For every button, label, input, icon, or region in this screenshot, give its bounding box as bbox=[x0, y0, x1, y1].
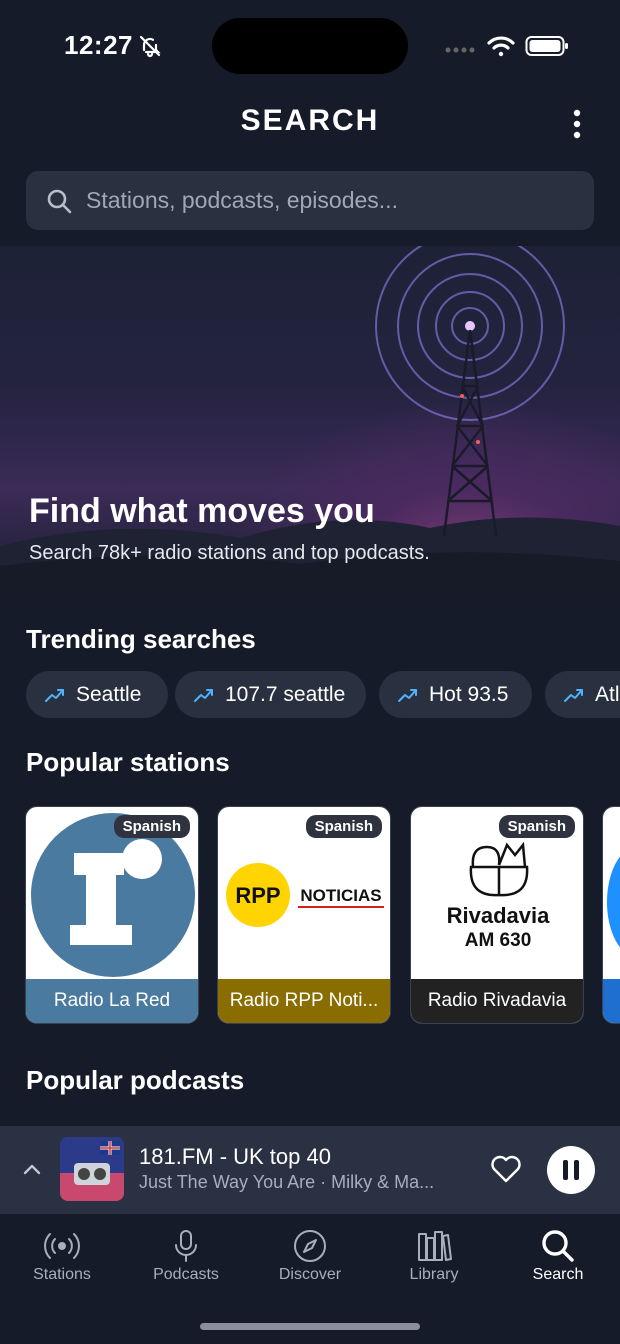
search-icon bbox=[542, 1230, 574, 1262]
station-card[interactable]: Rivadavia AM 630 Spanish Radio Rivadavia bbox=[410, 806, 584, 1024]
tab-podcasts[interactable]: Podcasts bbox=[124, 1214, 248, 1294]
station-logo bbox=[607, 847, 620, 957]
pause-icon bbox=[563, 1160, 579, 1180]
tab-library[interactable]: Library bbox=[372, 1214, 496, 1294]
trending-up-icon bbox=[194, 688, 213, 702]
rpp-logo-text: RPP bbox=[235, 883, 280, 908]
silent-bell-icon bbox=[139, 35, 161, 58]
search-icon bbox=[47, 189, 72, 214]
hero-title: Find what moves you bbox=[29, 492, 375, 530]
trending-up-icon bbox=[398, 688, 417, 702]
trending-chip-label: Hot 93.5 bbox=[429, 682, 509, 706]
trending-chip[interactable]: Hot 93.5 bbox=[379, 671, 532, 718]
tab-search[interactable]: Search bbox=[496, 1214, 620, 1294]
language-badge: Spanish bbox=[498, 815, 575, 838]
popular-podcasts-title: Popular podcasts bbox=[26, 1065, 245, 1095]
rivadavia-freq-text: AM 630 bbox=[465, 930, 532, 951]
radio-waves-icon bbox=[44, 1233, 80, 1259]
rpp-noticias-text: NOTICIAS bbox=[300, 886, 381, 905]
hero-banner: Find what moves you Search 78k+ radio st… bbox=[0, 246, 620, 595]
station-name: Radio La Red bbox=[26, 979, 198, 1023]
library-icon bbox=[418, 1231, 452, 1261]
trending-up-icon bbox=[564, 688, 583, 702]
tab-label: Podcasts bbox=[153, 1266, 219, 1283]
station-card-partial[interactable] bbox=[602, 806, 620, 1024]
now-playing-artwork bbox=[60, 1137, 124, 1201]
station-card[interactable]: RPP NOTICIAS Spanish Radio RPP Noti... bbox=[217, 806, 391, 1024]
search-placeholder: Stations, podcasts, episodes... bbox=[86, 187, 398, 213]
tab-label: Search bbox=[532, 1266, 584, 1283]
search-input[interactable]: Stations, podcasts, episodes... bbox=[26, 171, 594, 230]
station-name-partial bbox=[603, 979, 620, 1023]
trending-chip[interactable]: 107.7 seattle bbox=[175, 671, 366, 718]
station-name: Radio RPP Noti... bbox=[218, 979, 390, 1023]
more-options-icon[interactable] bbox=[563, 108, 591, 140]
chevron-up-icon[interactable] bbox=[21, 1158, 43, 1180]
trending-chip[interactable]: Atl bbox=[545, 671, 620, 718]
microphone-icon bbox=[175, 1230, 197, 1262]
heart-icon[interactable] bbox=[489, 1152, 523, 1186]
trending-chip-label: Atl bbox=[595, 682, 620, 706]
trending-title: Trending searches bbox=[26, 624, 256, 654]
now-playing-title: 181.FM - UK top 40 bbox=[139, 1144, 331, 1169]
wifi-icon bbox=[487, 36, 515, 57]
tab-label: Discover bbox=[278, 1266, 342, 1283]
hero-subtitle: Search 78k+ radio stations and top podca… bbox=[29, 542, 430, 564]
status-time: 12:27 bbox=[64, 30, 133, 60]
rivadavia-logo-text: Rivadavia bbox=[447, 903, 550, 928]
page-title: SEARCH bbox=[240, 104, 380, 137]
mini-player[interactable]: 181.FM - UK top 40 Just The Way You Are … bbox=[0, 1126, 620, 1214]
tab-discover[interactable]: Discover bbox=[248, 1214, 372, 1294]
dynamic-island bbox=[212, 18, 408, 74]
trending-chip-label: 107.7 seattle bbox=[225, 682, 346, 706]
trending-chip[interactable]: Seattle bbox=[26, 671, 168, 718]
signal-dots-icon bbox=[445, 47, 475, 53]
trending-chip-label: Seattle bbox=[76, 682, 142, 706]
tab-stations[interactable]: Stations bbox=[0, 1214, 124, 1294]
popular-stations-title: Popular stations bbox=[26, 747, 230, 777]
trending-up-icon bbox=[45, 688, 64, 702]
language-badge: Spanish bbox=[113, 815, 190, 838]
station-card[interactable]: Spanish Radio La Red bbox=[25, 806, 199, 1024]
battery-icon bbox=[525, 36, 568, 56]
language-badge: Spanish bbox=[305, 815, 382, 838]
tab-label: Library bbox=[409, 1266, 459, 1283]
home-indicator bbox=[200, 1323, 420, 1330]
pause-button[interactable] bbox=[547, 1146, 595, 1194]
tab-label: Stations bbox=[33, 1266, 91, 1283]
now-playing-subtitle: Just The Way You Are · Milky & Ma... bbox=[139, 1172, 435, 1192]
compass-icon bbox=[294, 1230, 326, 1262]
station-name: Radio Rivadavia bbox=[411, 979, 583, 1023]
status-bar: 12:27 bbox=[0, 0, 620, 90]
